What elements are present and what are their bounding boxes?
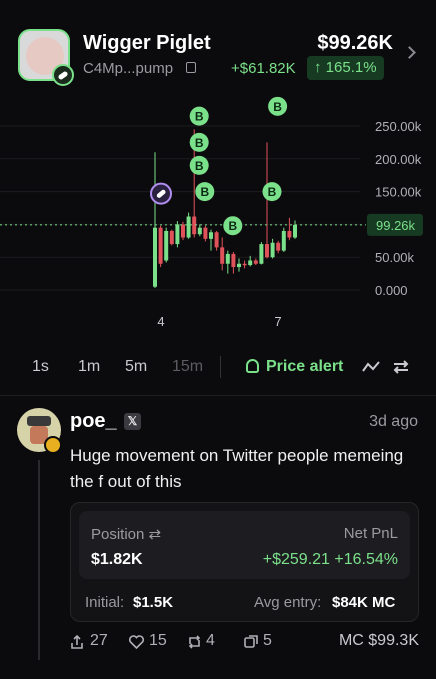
candle-body <box>181 224 185 238</box>
candle-body <box>153 227 157 287</box>
position-label: Position ⇄ <box>91 525 161 543</box>
initial-value: $1.5K <box>133 594 174 611</box>
reply-count[interactable]: 27 <box>90 632 108 650</box>
post-timestamp: 3d ago <box>369 413 418 430</box>
repost-icon[interactable] <box>187 635 202 649</box>
quote-count[interactable]: 5 <box>263 632 272 650</box>
y-tick-label: 0.000 <box>375 283 408 298</box>
price-alert-button[interactable]: Price alert <box>266 358 343 376</box>
candle-body <box>237 263 241 268</box>
timeframe-bar: 1s 1m 5m 15m Price alert <box>0 350 436 384</box>
initial-label: Initial: <box>85 594 125 611</box>
candle-body <box>169 230 174 245</box>
position-value: $1.82K <box>91 551 143 568</box>
bell-icon <box>246 359 259 373</box>
candle-body <box>231 253 236 268</box>
x-tick-label: 4 <box>157 314 164 329</box>
verified-badge-icon <box>44 436 62 454</box>
candle-body <box>164 230 169 261</box>
candle-body <box>265 244 269 258</box>
chart-svg: 0.00050.00k100.00k150.00k200.00k250.00k9… <box>0 96 423 329</box>
chevron-right-icon[interactable] <box>403 46 416 59</box>
candle-body <box>186 216 191 238</box>
timeframe-divider <box>220 356 221 378</box>
position-label-text: Position <box>91 526 145 543</box>
like-count[interactable]: 15 <box>149 632 167 650</box>
candle-body <box>270 242 275 258</box>
candle-body <box>259 244 264 264</box>
heart-icon[interactable] <box>129 635 144 649</box>
candle-body <box>209 232 213 239</box>
candle-body <box>248 260 253 266</box>
share-icon[interactable] <box>70 635 84 649</box>
candle-body <box>197 227 202 235</box>
y-tick-label: 250.00k <box>375 119 422 134</box>
price-chart[interactable]: 0.00050.00k100.00k150.00k200.00k250.00k9… <box>0 95 436 340</box>
y-tick-label: 50.00k <box>375 250 415 265</box>
username[interactable]: poe_ <box>70 410 117 433</box>
position-summary: Position ⇄ $1.82K Net PnL +$259.21 +16.5… <box>79 511 410 579</box>
trend-icon[interactable] <box>362 360 380 374</box>
candle-body <box>214 232 219 248</box>
token-header[interactable]: Wigger Piglet C4Mp...pump $99.26K +$61.8… <box>0 0 436 95</box>
candle-body <box>225 253 230 264</box>
post-actions: 27 15 4 5 MC $99.3K <box>70 632 419 654</box>
avatar-hat <box>27 416 51 426</box>
token-address: C4Mp...pump <box>83 60 174 77</box>
token-price: $99.26K <box>317 32 393 54</box>
candle-body <box>253 260 258 264</box>
tf-5m[interactable]: 5m <box>125 358 147 376</box>
swap-icon[interactable] <box>393 360 409 374</box>
buy-marker-label: B <box>228 219 237 233</box>
buy-marker-label: B <box>195 110 204 124</box>
x-tick-label: 7 <box>274 314 281 329</box>
repost-count[interactable]: 4 <box>206 632 215 650</box>
post-body: Huge movement on Twitter people memeing … <box>70 446 404 491</box>
market-cap-label: MC $99.3K <box>338 632 419 649</box>
position-card[interactable]: Position ⇄ $1.82K Net PnL +$259.21 +16.5… <box>70 502 419 622</box>
pill-icon <box>52 64 74 86</box>
pnl-label: Net PnL <box>343 525 398 542</box>
candle-body <box>158 227 163 264</box>
price-change-percent-value: 165.1% <box>325 59 377 76</box>
candle-body <box>276 242 281 251</box>
tf-15m[interactable]: 15m <box>172 358 203 376</box>
tf-1m[interactable]: 1m <box>78 358 100 376</box>
pnl-value: +$259.21 +16.54% <box>262 551 398 568</box>
candle-body <box>175 224 180 245</box>
buy-marker-label: B <box>273 100 282 114</box>
candle-body <box>242 263 247 266</box>
x-logo-icon[interactable]: 𝕏 <box>124 413 141 430</box>
comment-post: poe_ 𝕏 3d ago Huge movement on Twitter p… <box>0 396 436 679</box>
tf-1s[interactable]: 1s <box>32 358 49 376</box>
token-name: Wigger Piglet <box>83 32 211 54</box>
current-price-label: 99.26k <box>376 218 416 233</box>
y-tick-label: 200.00k <box>375 152 422 167</box>
y-tick-label: 150.00k <box>375 185 422 200</box>
candle-body <box>203 227 208 239</box>
quote-icon[interactable] <box>244 635 259 649</box>
copy-icon[interactable] <box>186 62 196 73</box>
avg-entry-value: $84K MC <box>332 594 396 611</box>
buy-marker-label: B <box>268 185 277 199</box>
buy-marker-label: B <box>195 159 204 173</box>
candle-body <box>281 230 286 251</box>
price-change-absolute: +$61.82K <box>231 60 296 77</box>
buy-marker-label: B <box>200 185 209 199</box>
swap-small-icon: ⇄ <box>148 526 162 543</box>
avg-entry-label: Avg entry: <box>254 594 322 611</box>
candle-body <box>220 247 225 264</box>
candle-body <box>293 224 297 238</box>
thread-line <box>38 460 40 660</box>
price-change-percent: ↑ 165.1% <box>307 56 384 80</box>
candle-body <box>287 230 292 238</box>
buy-marker-label: B <box>195 136 204 150</box>
